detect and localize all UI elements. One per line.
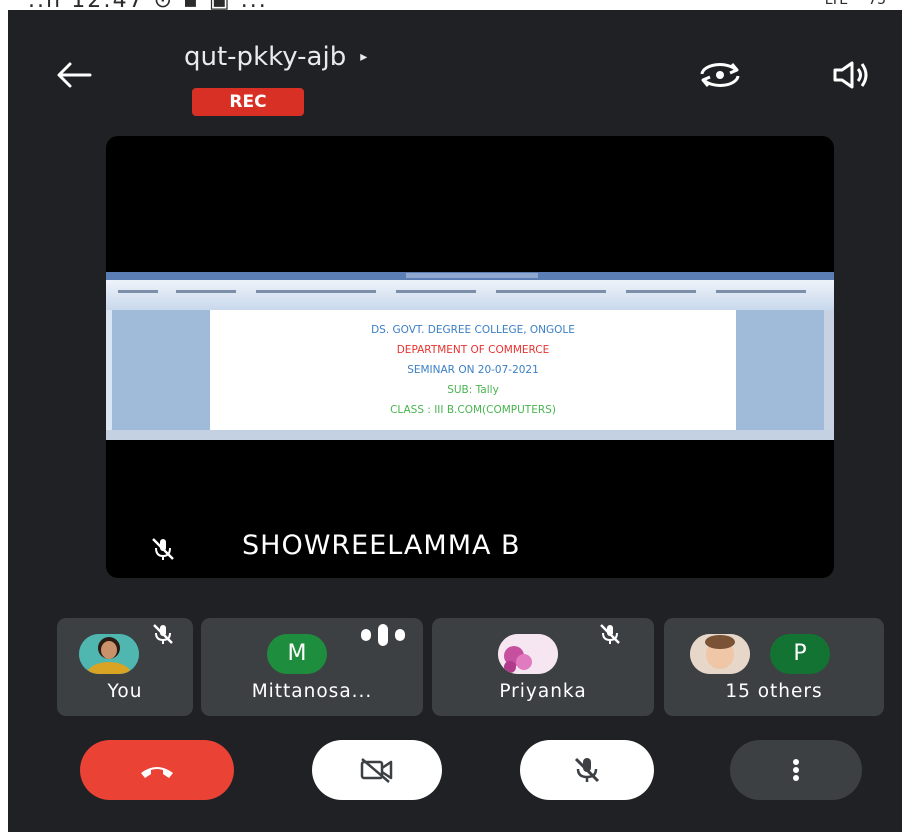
avatar: M (267, 634, 327, 674)
presenter-name: SHOWREELAMMA B (242, 530, 521, 561)
end-call-button[interactable] (80, 740, 234, 800)
status-bar: ..ıl 12:47 ⊙ ▪ ▣ ... LTE ⁴⁵ 75 (8, 0, 902, 10)
mic-off-icon (574, 757, 600, 783)
app-ribbon (106, 280, 834, 310)
presenter-label: SHOWREELAMMA B (106, 530, 834, 562)
doc-line-department: DEPARTMENT OF COMMERCE (396, 344, 550, 356)
status-bar-right: LTE ⁴⁵ 75 (824, 0, 886, 8)
recording-badge: REC (192, 88, 304, 116)
participant-label: Mittanosa... (251, 681, 373, 702)
avatar-photo (690, 634, 750, 674)
mic-off-icon (153, 624, 173, 644)
shared-screen: DS. GOVT. DEGREE COLLEGE, ONGOLE DEPARTM… (106, 272, 834, 440)
end-call-icon (141, 767, 173, 778)
participant-label: Priyanka (499, 681, 587, 702)
participant-tile-priyanka[interactable]: Priyanka (432, 618, 654, 716)
doc-line-seminar: SEMINAR ON 20-07-2021 (407, 364, 539, 376)
mic-toggle-button[interactable] (520, 740, 654, 800)
presenter-tile[interactable]: DS. GOVT. DEGREE COLLEGE, ONGOLE DEPARTM… (106, 136, 834, 578)
participant-label: You (107, 681, 143, 702)
doc-line-class: CLASS : III B.COM(COMPUTERS) (390, 404, 556, 416)
avatar (79, 634, 139, 674)
doc-line-subject: SUB: Tally (447, 384, 499, 396)
document-margin-left (112, 310, 210, 430)
participant-tile-others[interactable]: P 15 others (664, 618, 884, 716)
meeting-code: qut-pkky-ajb (184, 42, 347, 72)
window-titlebar (106, 272, 834, 280)
expand-arrow-icon: ▸ (360, 49, 368, 65)
participant-label: 15 others (725, 681, 823, 702)
back-arrow-icon[interactable] (54, 58, 94, 92)
more-options-button[interactable] (730, 740, 862, 800)
document-margin-right (736, 310, 824, 430)
status-bar-left: ..ıl 12:47 ⊙ ▪ ▣ ... (28, 0, 268, 10)
avatar-photo (498, 634, 558, 674)
meet-call-screen: ..ıl 12:47 ⊙ ▪ ▣ ... LTE ⁴⁵ 75 qut-pkky-… (8, 0, 902, 832)
participant-tile-you[interactable]: You (57, 618, 193, 716)
document-scrollbar (824, 310, 834, 430)
mic-off-icon (152, 538, 174, 560)
camera-toggle-button[interactable] (312, 740, 442, 800)
avatar: P (770, 634, 830, 674)
participant-tile-mittanosa[interactable]: M Mittanosa... (201, 618, 423, 716)
meeting-title[interactable]: qut-pkky-ajb ▸ (184, 42, 367, 72)
document-page: DS. GOVT. DEGREE COLLEGE, ONGOLE DEPARTM… (210, 310, 736, 430)
avatar (690, 634, 750, 674)
doc-line-college: DS. GOVT. DEGREE COLLEGE, ONGOLE (371, 324, 575, 336)
mic-off-icon (600, 624, 620, 644)
rotate-camera-icon[interactable] (696, 60, 744, 90)
speaker-icon[interactable] (832, 60, 870, 90)
avatar-photo (79, 634, 139, 674)
audio-wave-icon (361, 624, 405, 646)
app-statusbar (106, 430, 834, 440)
camera-off-icon (360, 758, 393, 783)
avatar (498, 634, 558, 674)
more-vert-icon (793, 759, 799, 781)
